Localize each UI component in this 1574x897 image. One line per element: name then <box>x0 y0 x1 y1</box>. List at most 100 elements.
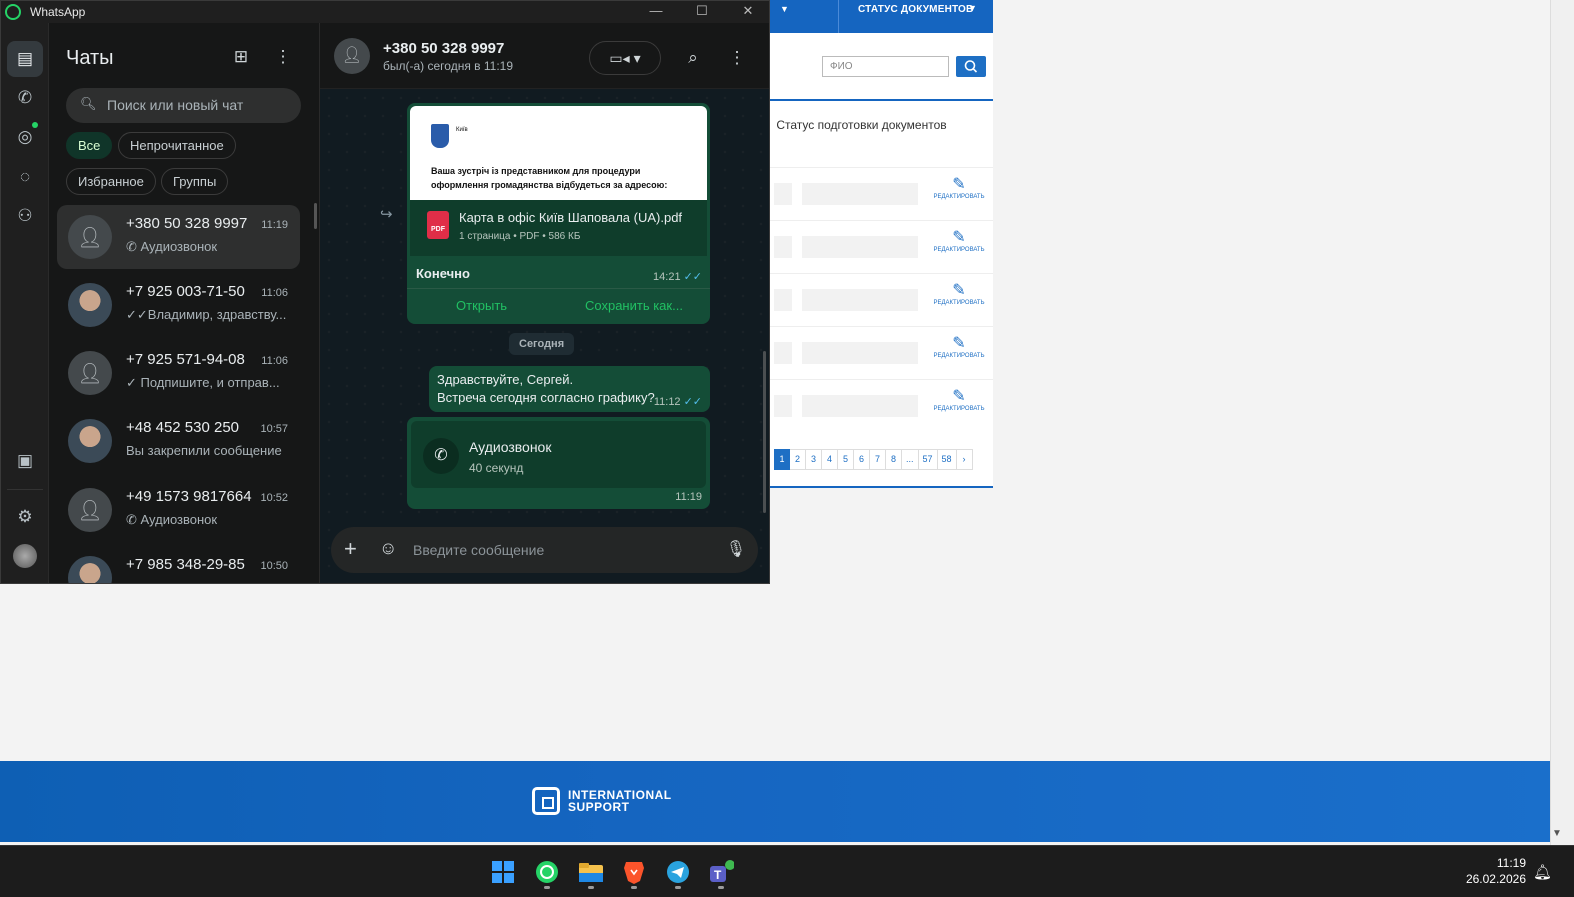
video-call-button[interactable]: ▭◂ ▾ <box>589 41 661 75</box>
conversation-scrollbar[interactable] <box>763 351 766 513</box>
pagination-page-button[interactable]: 2 <box>790 449 806 470</box>
edit-button[interactable]: ✎ редактировать <box>933 176 985 200</box>
table-row: ✎ редактировать <box>770 220 993 273</box>
pagination-page-button[interactable]: ... <box>902 449 919 470</box>
fio-search-input[interactable]: ФИО <box>822 56 949 77</box>
pagination-page-button[interactable]: 3 <box>806 449 822 470</box>
window-titlebar[interactable]: WhatsApp — ☐ ✕ <box>1 1 769 23</box>
chats-icon[interactable]: ▤ <box>7 41 43 77</box>
edit-icon: ✎ <box>952 388 966 405</box>
more-options-icon[interactable]: ⋮ <box>725 46 749 70</box>
whatsapp-logo-icon <box>5 4 21 20</box>
call-message[interactable]: ✆ Аудиозвонок 40 секунд 11:19 <box>407 417 710 509</box>
search-placeholder: Поиск или новый чат <box>107 97 244 113</box>
window-title: WhatsApp <box>30 5 86 19</box>
scroll-down-arrow-icon[interactable]: ▼ <box>1552 828 1562 839</box>
read-receipt-icon: ✓✓ <box>683 396 702 408</box>
edit-button[interactable]: ✎ редактировать <box>933 388 985 412</box>
microphone-icon[interactable]: 🎙︎ <box>726 539 746 559</box>
conversation-header[interactable]: 👤︎ +380 50 328 9997 был(-а) сегодня в 11… <box>320 23 769 89</box>
settings-icon[interactable]: ⚙ <box>7 499 43 535</box>
forward-icon[interactable]: ↪ <box>380 205 393 223</box>
chat-list-item[interactable]: 👤︎ +380 50 328 9997 11:19 ✆ Аудиозвонок <box>57 205 300 269</box>
pagination-page-button[interactable]: 58 <box>937 449 957 470</box>
chat-list-item[interactable]: +48 452 530 250 10:57 Вы закрепили сообщ… <box>57 409 300 473</box>
calls-icon[interactable]: ✆ <box>7 80 43 116</box>
message-composer: + ☺ Введите сообщение 🎙︎ <box>331 527 758 573</box>
document-file-card[interactable]: PDF Карта в офіс Київ Шаповала (UA).pdf … <box>410 200 707 256</box>
close-button[interactable]: ✕ <box>725 1 769 23</box>
edit-button[interactable]: ✎ редактировать <box>933 335 985 359</box>
maximize-button[interactable]: ☐ <box>679 1 725 23</box>
telegram-icon[interactable] <box>665 859 691 885</box>
pagination-page-button[interactable]: 8 <box>886 449 902 470</box>
attach-plus-icon[interactable]: + <box>344 537 357 561</box>
chat-list-item[interactable]: 👤︎ +49 1573 9817664 10:52 ✆ Аудиозвонок <box>57 478 300 542</box>
profile-avatar[interactable] <box>7 538 43 574</box>
more-options-icon[interactable]: ⋮ <box>271 45 295 69</box>
pagination-page-button[interactable]: 5 <box>838 449 854 470</box>
edit-button[interactable]: ✎ редактировать <box>933 282 985 306</box>
pagination-page-button[interactable]: 1 <box>774 449 790 470</box>
chat-list-item[interactable]: +7 925 003-71-50 11:06 ✓✓Владимир, здрав… <box>57 273 300 337</box>
teams-icon[interactable]: T <box>708 859 734 885</box>
call-card[interactable]: ✆ Аудиозвонок 40 секунд <box>411 421 706 488</box>
chat-list-item[interactable]: +7 985 348-29-85 10:50 <box>57 546 300 583</box>
pagination-page-button[interactable]: › <box>956 449 973 470</box>
status-icon[interactable]: ◎ <box>7 119 43 155</box>
svg-text:T: T <box>714 868 722 882</box>
site-top-nav: ▼ СТАТУС ДОКУМЕНТОВ ▼ <box>770 0 993 33</box>
sticker-emoji-icon[interactable]: ☺ <box>379 538 397 559</box>
logo-mark-icon <box>532 787 560 815</box>
communities-icon[interactable]: ⚇ <box>7 198 43 234</box>
chat-list-scrollbar[interactable] <box>314 203 317 229</box>
fio-search-button[interactable] <box>956 56 986 77</box>
contact-name[interactable]: +380 50 328 9997 <box>383 40 504 57</box>
table-row: ✎ редактировать <box>770 326 993 379</box>
site-footer <box>0 761 1550 842</box>
document-preview[interactable]: Київ Ваша зустріч із представником для п… <box>410 106 707 200</box>
running-indicator <box>631 886 637 889</box>
system-clock[interactable]: 11:19 26.02.2026 <box>1466 855 1526 887</box>
file-explorer-icon[interactable] <box>578 859 604 885</box>
cell-placeholder <box>802 236 918 258</box>
chat-list-item[interactable]: 👤︎ +7 925 571-94-08 11:06 ✓ Подпишите, и… <box>57 341 300 405</box>
nav-separator <box>838 0 839 33</box>
save-as-button[interactable]: Сохранить как... <box>585 298 683 313</box>
open-document-button[interactable]: Открыть <box>456 298 507 313</box>
whatsapp-icon[interactable] <box>534 859 560 885</box>
page-scrollbar[interactable] <box>1550 0 1574 845</box>
search-icon[interactable]: ⌕ <box>681 46 705 70</box>
notification-bell-icon[interactable]: 🔔︎ <box>1533 863 1552 881</box>
international-support-logo[interactable]: INTERNATIONAL SUPPORT <box>532 787 672 815</box>
new-chat-icon[interactable]: ⊞ <box>229 45 253 69</box>
windows-start-icon[interactable] <box>490 859 516 885</box>
pagination-page-button[interactable]: 57 <box>918 449 938 470</box>
edit-icon: ✎ <box>952 176 966 193</box>
pagination-page-button[interactable]: 4 <box>822 449 838 470</box>
filter-chip-all[interactable]: Все <box>66 132 113 159</box>
pagination-page-button[interactable]: 6 <box>854 449 870 470</box>
call-title: Аудиозвонок <box>469 439 552 455</box>
filter-chip-groups[interactable]: Группы <box>161 168 229 195</box>
filter-chip-unread[interactable]: Непрочитанное <box>118 132 236 159</box>
chat-search-input[interactable]: 🔍︎ Поиск или новый чат <box>66 88 301 123</box>
chat-name: +48 452 530 250 <box>126 419 240 436</box>
chevron-down-icon[interactable]: ▼ <box>968 3 977 13</box>
text-message[interactable]: Здравствуйте, Сергей. Встреча сегодня со… <box>429 366 710 412</box>
chat-name: +7 925 571-94-08 <box>126 351 245 368</box>
chat-time: 11:06 <box>261 355 288 367</box>
channels-icon[interactable]: ◌ <box>7 159 43 195</box>
media-gallery-icon[interactable]: ▣ <box>7 443 43 479</box>
nav-dropdown-caret-icon[interactable]: ▼ <box>780 4 789 14</box>
check-icon: ✓ <box>126 375 141 390</box>
minimize-button[interactable]: — <box>633 1 679 23</box>
filter-chip-favorites[interactable]: Избранное <box>66 168 156 195</box>
nav-status-documents[interactable]: СТАТУС ДОКУМЕНТОВ <box>858 4 973 15</box>
pagination-page-button[interactable]: 7 <box>870 449 886 470</box>
edit-button[interactable]: ✎ редактировать <box>933 229 985 253</box>
message-time: 11:12 ✓✓ <box>653 396 702 408</box>
message-input[interactable]: Введите сообщение <box>413 542 544 558</box>
brave-icon[interactable] <box>621 859 647 885</box>
contact-photo-avatar <box>68 419 112 463</box>
